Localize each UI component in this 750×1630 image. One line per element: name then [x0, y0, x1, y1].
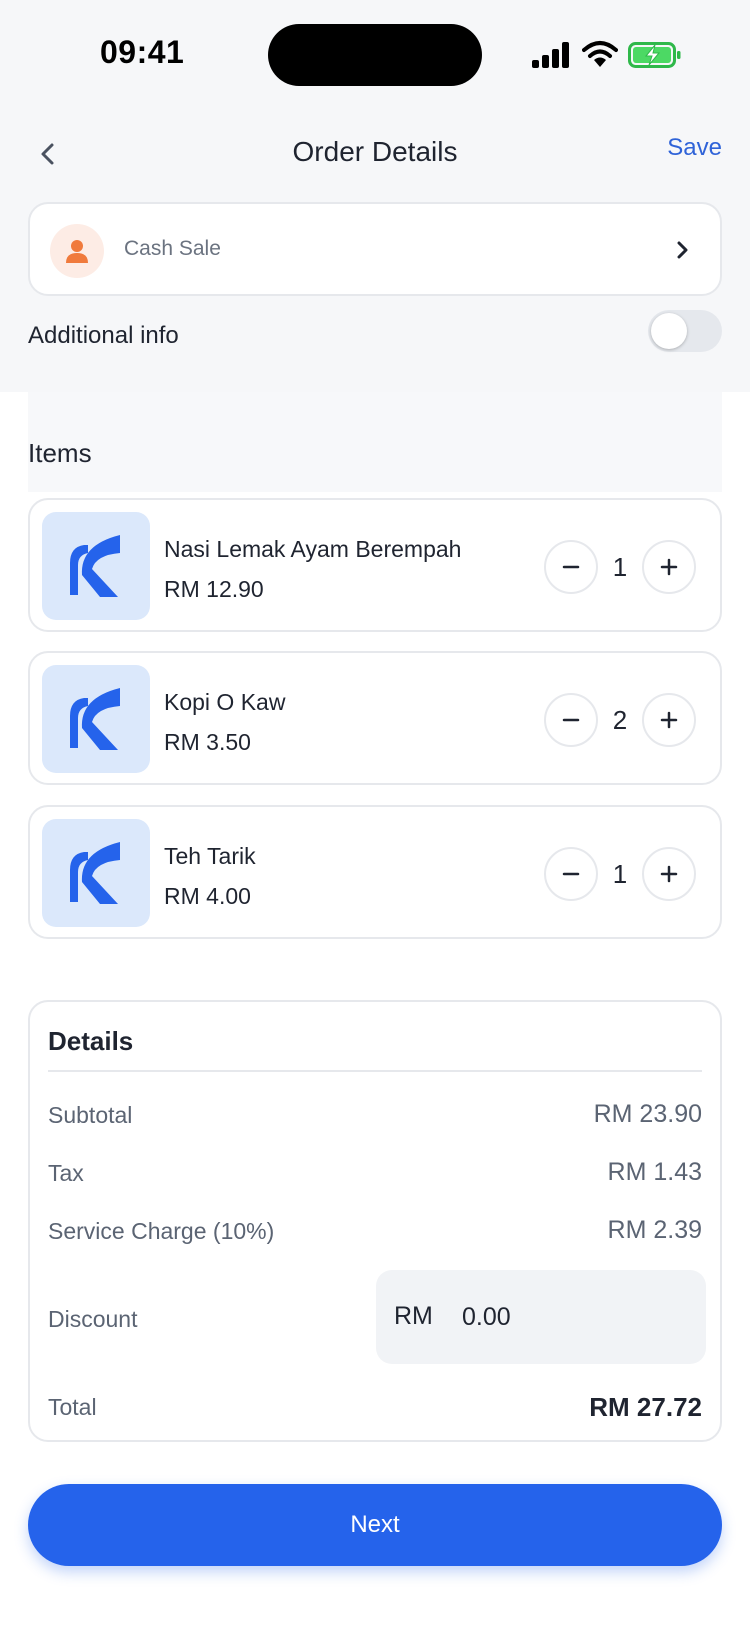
item-price: RM 4.00	[164, 883, 251, 909]
increase-quantity-button[interactable]	[642, 693, 696, 747]
plus-icon	[660, 711, 678, 729]
additional-info-row: Additional info	[28, 310, 722, 360]
next-button[interactable]: Next	[28, 1484, 722, 1566]
total-label: Total	[48, 1394, 97, 1420]
tax-label: Tax	[48, 1160, 84, 1186]
decrease-quantity-button[interactable]	[544, 693, 598, 747]
status-bar: 09:41	[0, 0, 750, 110]
header: Order Details Save	[0, 120, 750, 190]
subtotal-label: Subtotal	[48, 1102, 133, 1128]
tax-value: RM 1.43	[607, 1158, 702, 1186]
plus-icon	[660, 558, 678, 576]
service-charge-value: RM 2.39	[607, 1216, 702, 1244]
details-title: Details	[48, 1026, 134, 1056]
chevron-right-icon	[677, 241, 688, 259]
battery-charging-icon	[628, 42, 681, 68]
additional-info-toggle[interactable]	[648, 310, 722, 352]
user-icon	[66, 240, 88, 263]
minus-icon	[562, 718, 580, 722]
wifi-icon	[582, 41, 618, 67]
customer-selector[interactable]: Cash Sale	[28, 202, 722, 296]
brand-logo-icon	[70, 535, 120, 597]
item-name: Nasi Lemak Ayam Berempah	[164, 536, 462, 562]
increase-quantity-button[interactable]	[642, 847, 696, 901]
plus-icon	[660, 865, 678, 883]
toggle-knob	[651, 313, 687, 349]
page-title: Order Details	[292, 136, 458, 167]
status-time: 09:41	[100, 34, 185, 70]
service-charge-label: Service Charge (10%)	[48, 1218, 275, 1244]
item-card: Teh Tarik RM 4.00 1	[28, 805, 722, 939]
item-price: RM 3.50	[164, 729, 251, 755]
item-quantity: 1	[612, 859, 628, 889]
discount-label: Discount	[48, 1306, 138, 1332]
customer-label: Cash Sale	[124, 237, 221, 260]
decrease-quantity-button[interactable]	[544, 540, 598, 594]
signal-icon	[532, 42, 572, 68]
item-price: RM 12.90	[164, 576, 264, 602]
item-quantity: 1	[612, 552, 628, 582]
item-thumbnail	[42, 665, 150, 773]
brand-logo-icon	[70, 842, 120, 904]
items-title: Items	[28, 438, 92, 468]
increase-quantity-button[interactable]	[642, 540, 696, 594]
item-thumbnail	[42, 819, 150, 927]
subtotal-value: RM 23.90	[593, 1100, 702, 1128]
item-card: Kopi O Kaw RM 3.50 2	[28, 651, 722, 785]
additional-info-label: Additional info	[28, 322, 179, 349]
details-card: Details Subtotal RM 23.90 Tax RM 1.43 Se…	[28, 1000, 722, 1442]
minus-icon	[562, 872, 580, 876]
brand-logo-icon	[70, 688, 120, 750]
item-card: Nasi Lemak Ayam Berempah RM 12.90 1	[28, 498, 722, 632]
save-button[interactable]: Save	[667, 134, 722, 162]
order-details-screen: 09:41 Order Details Save Cash Sale Addit…	[0, 0, 750, 1630]
avatar	[50, 224, 104, 278]
discount-currency: RM	[394, 1302, 433, 1330]
item-name: Teh Tarik	[164, 843, 256, 869]
discount-input[interactable]	[462, 1292, 682, 1342]
discount-field[interactable]: RM	[376, 1270, 706, 1364]
decrease-quantity-button[interactable]	[544, 847, 598, 901]
item-name: Kopi O Kaw	[164, 689, 286, 715]
dynamic-island	[268, 24, 482, 86]
total-value: RM 27.72	[589, 1392, 702, 1422]
divider	[48, 1070, 702, 1072]
items-header-bg	[28, 392, 722, 492]
minus-icon	[562, 565, 580, 569]
item-thumbnail	[42, 512, 150, 620]
item-quantity: 2	[612, 705, 628, 735]
